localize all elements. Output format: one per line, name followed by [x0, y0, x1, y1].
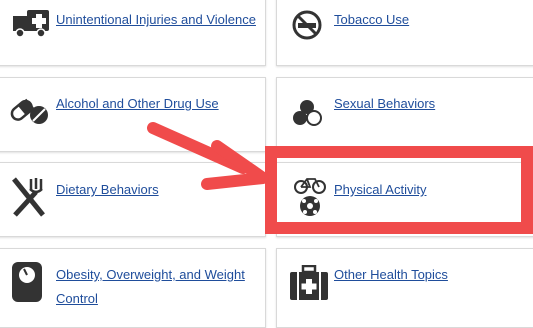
topic-link[interactable]: Unintentional Injuries and Violence: [56, 8, 256, 32]
first-aid-kit-icon: [290, 265, 328, 300]
sexual-behaviors-icon: [293, 100, 322, 126]
topic-card-tobacco-use[interactable]: Tobacco Use: [276, 0, 533, 66]
topic-link[interactable]: Tobacco Use: [334, 8, 409, 32]
scale-icon: [12, 262, 42, 302]
topic-card-unintentional-injuries[interactable]: Unintentional Injuries and Violence: [0, 0, 266, 66]
topic-link[interactable]: Other Health Topics: [334, 263, 448, 287]
topic-card-sexual-behaviors[interactable]: Sexual Behaviors: [276, 77, 533, 152]
red-arrow-icon: [147, 122, 269, 190]
no-smoking-icon: [292, 10, 322, 40]
topic-link[interactable]: Dietary Behaviors: [56, 178, 159, 202]
topic-link[interactable]: Obesity, Overweight, and Weight Control: [56, 263, 261, 311]
topic-card-other-health[interactable]: Other Health Topics: [276, 248, 533, 328]
ambulance-icon: [13, 10, 49, 38]
topic-link[interactable]: Sexual Behaviors: [334, 92, 435, 116]
topic-card-obesity[interactable]: Obesity, Overweight, and Weight Control: [0, 248, 266, 328]
highlight-box: [265, 146, 533, 234]
fork-knife-icon: [12, 177, 45, 217]
pills-icon: [10, 98, 48, 124]
